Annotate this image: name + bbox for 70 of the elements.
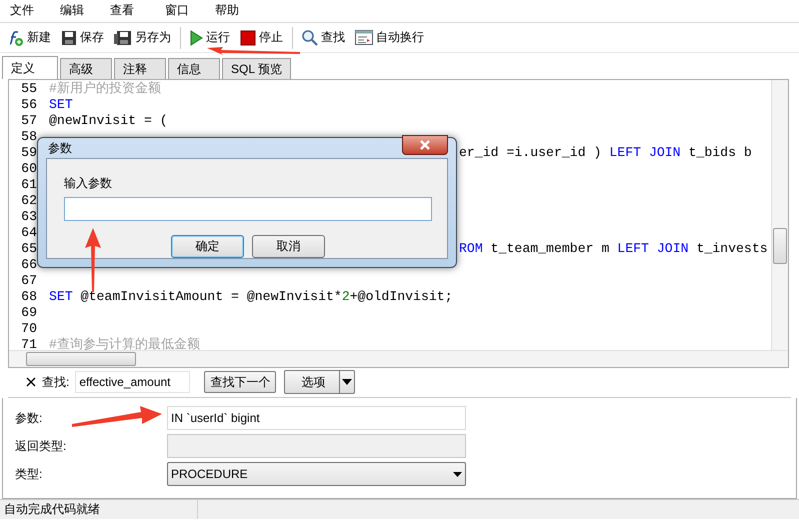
tab[interactable]: 高级 (60, 58, 112, 80)
line-number: 67 (20, 272, 38, 288)
input-field[interactable] (64, 197, 432, 221)
play-icon (189, 30, 203, 46)
run-button[interactable]: 运行 (187, 30, 232, 46)
code-line: ROM t_team_member m LEFT JOIN t_invests (459, 240, 768, 256)
code-line: er_id =i.user_id ) LEFT JOIN t_bids b (459, 144, 752, 160)
close-icon (419, 140, 431, 150)
line-number: 66 (20, 256, 38, 272)
cancel-button[interactable]: 取消 (252, 235, 325, 258)
save-as-icon (114, 30, 132, 46)
code-line: SET (49, 96, 73, 112)
horizontal-scrollbar[interactable] (9, 350, 788, 367)
line-number: 68 (20, 288, 38, 304)
stop-button[interactable]: 停止 (238, 30, 285, 46)
tab[interactable]: SQL 预览 (222, 58, 291, 80)
new-button[interactable]: 新建 (4, 30, 53, 46)
line-number: 60 (20, 160, 38, 176)
tab[interactable]: 注释 (114, 58, 166, 80)
caret-icon (453, 472, 462, 477)
options-button[interactable]: 选项 (284, 370, 356, 394)
field-label: 参数: (15, 410, 42, 427)
ok-button[interactable]: 确定 (171, 235, 244, 258)
find-label: 查找: (42, 374, 70, 391)
type-dropdown[interactable]: PROCEDURE (167, 462, 466, 486)
arrow-drawing (85, 228, 101, 292)
search-field[interactable]: effective_amount (75, 371, 190, 394)
code-line: #查询参与计算的最低金额 (49, 336, 200, 351)
line-number: 57 (20, 112, 38, 128)
wrap-text-icon (355, 30, 373, 46)
line-number: 61 (20, 176, 38, 192)
code-line: @newInvisit = ( (49, 112, 168, 128)
menu-item[interactable]: 编辑 (60, 2, 84, 20)
save-button[interactable]: 保存 (59, 30, 106, 46)
line-number: 63 (20, 208, 38, 224)
line-number: 65 (20, 240, 38, 256)
line-number: 69 (20, 304, 38, 320)
line-number: 64 (20, 224, 38, 240)
wrap-button[interactable]: 自动换行 (353, 30, 426, 46)
menu-item[interactable]: 查看 (110, 2, 134, 20)
stop-icon (240, 30, 256, 46)
save-icon (61, 30, 77, 46)
field-label: 返回类型: (15, 438, 66, 455)
status-text: 自动完成代码就绪 (0, 500, 198, 519)
menu-item[interactable]: 窗口 (165, 2, 189, 20)
field-label: 输入参数 (64, 175, 113, 192)
line-number: 58 (20, 128, 38, 144)
input-field[interactable]: IN `userId` bigint (167, 406, 466, 430)
line-number: 59 (20, 144, 38, 160)
code-line: #新用户的投资金额 (49, 80, 161, 98)
line-number: 56 (20, 96, 38, 112)
save-as-button[interactable]: 另存为 (112, 30, 173, 46)
find-button[interactable]: 查找 (299, 30, 347, 46)
caret-icon (342, 379, 352, 386)
code-line: SET @teamInvisitAmount = @newInvisit*2+@oldInvisit; (49, 288, 453, 304)
tab[interactable]: 定义 (2, 56, 58, 80)
line-number: 71 (20, 336, 38, 351)
line-number: 55 (20, 80, 38, 96)
search-icon (301, 29, 318, 46)
tab[interactable]: 信息 (168, 58, 220, 80)
vertical-scrollbar[interactable] (771, 80, 788, 351)
line-number: 62 (20, 192, 38, 208)
close-button[interactable] (402, 135, 448, 155)
menu-item[interactable]: 帮助 (215, 2, 239, 20)
menu-item[interactable]: 文件 (10, 2, 34, 20)
line-number: 70 (20, 320, 38, 336)
dialog-title: 参数 (48, 140, 72, 156)
field-label: 类型: (15, 466, 42, 483)
find-next-button[interactable]: 查找下一个 (204, 371, 276, 394)
close-icon (26, 377, 36, 388)
